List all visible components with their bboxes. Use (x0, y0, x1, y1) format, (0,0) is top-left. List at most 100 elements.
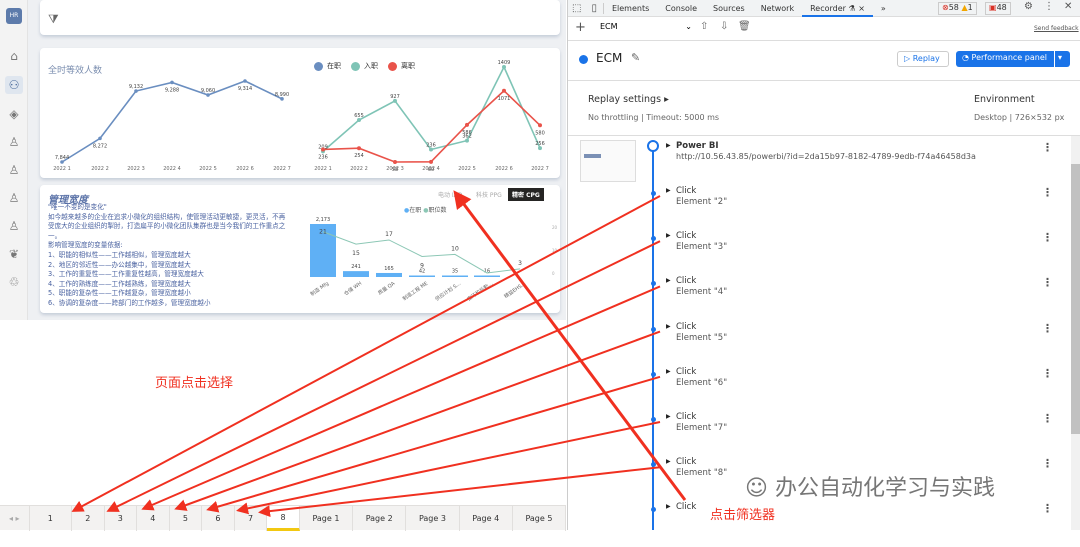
timeline-node (651, 281, 656, 287)
page-tab[interactable]: Page 3 (406, 506, 460, 531)
page-tab[interactable]: 5 (170, 506, 203, 531)
replay-options-dropdown[interactable]: ▾ (1055, 51, 1070, 67)
recording-select[interactable]: ECM ⌄ (600, 22, 692, 31)
right-axis-tick: 20 (552, 225, 558, 230)
x-tick-label: 供应计划 S... (434, 280, 463, 303)
bar (343, 271, 369, 277)
step-navigate[interactable]: ▶ Power BI http://10.56.43.85/powerbi/?i… (568, 141, 1068, 186)
page-tab[interactable]: Page 2 (353, 506, 407, 531)
step-menu-icon[interactable]: ⋮ (1042, 231, 1053, 244)
page-tab[interactable]: Page 1 (300, 506, 354, 531)
fte-data-label: 8,272 (93, 143, 107, 149)
device-toggle-icon[interactable]: ▯ (585, 2, 604, 14)
data-label: 927 (390, 94, 400, 100)
step-menu-icon[interactable]: ⋮ (1042, 276, 1053, 289)
expand-step-icon[interactable]: ▶ (666, 187, 671, 194)
step-click[interactable]: ▶ Click Element "4" ⋮ (568, 276, 1068, 321)
expand-step-icon[interactable]: ▶ (666, 368, 671, 375)
environment-values: Desktop | 726×532 px (974, 113, 1065, 122)
tab-network[interactable]: Network (753, 0, 802, 17)
expand-step-icon[interactable]: ▶ (666, 458, 671, 465)
send-feedback-link[interactable]: Send feedback (1034, 25, 1079, 32)
scrollbar[interactable] (1071, 136, 1080, 530)
wechat-icon: ☺ (745, 476, 775, 501)
step-click[interactable]: ▶ Click ⋮ (568, 502, 1068, 547)
tab-recorder[interactable]: Recorder ⚗ × (802, 0, 873, 17)
export-icon[interactable]: ⇧ (700, 21, 708, 32)
tab-sources[interactable]: Sources (705, 0, 753, 17)
performance-panel-button[interactable]: ◔ Performance panel (956, 51, 1054, 67)
replay-button[interactable]: ▷ Replay (897, 51, 949, 67)
settings-gear-icon[interactable]: ⚙ (1024, 1, 1033, 12)
data-label: 254 (354, 153, 364, 159)
error-warning-counter[interactable]: ⊗58 ▲1 (938, 2, 977, 15)
recording-status-dot (579, 55, 588, 64)
timeline-node (651, 462, 656, 468)
devtools-tabbar: ⬚ ▯ Elements Console Sources Network Rec… (568, 0, 1080, 17)
close-devtools-icon[interactable]: ✕ (1064, 1, 1072, 12)
step-click[interactable]: ▶ Click Element "6" ⋮ (568, 367, 1068, 412)
series-line-0 (322, 65, 541, 152)
page-tab[interactable]: Page 4 (460, 506, 513, 531)
fte-data-label: 8,990 (275, 92, 289, 98)
tab-console[interactable]: Console (657, 0, 705, 17)
page-tab[interactable]: 3 (105, 506, 138, 531)
bar-label: 35 (452, 269, 458, 275)
more-options-icon[interactable]: ⋮ (1044, 1, 1054, 12)
x-tick-label: 制造 Mfg (309, 280, 330, 298)
page-tab[interactable]: 6 (202, 506, 235, 531)
tab-nav-arrows[interactable]: ◂ ▸ (0, 506, 30, 531)
step-menu-icon[interactable]: ⋮ (1042, 186, 1053, 199)
step-click[interactable]: ▶ Click Element "3" ⋮ (568, 231, 1068, 276)
step-menu-icon[interactable]: ⋮ (1042, 412, 1053, 425)
page-tab[interactable]: 1 (30, 506, 72, 531)
bar (409, 275, 435, 277)
more-tabs-icon[interactable]: » (873, 0, 894, 17)
step-menu-icon[interactable]: ⋮ (1042, 502, 1053, 515)
step-click[interactable]: ▶ Click Element "5" ⋮ (568, 322, 1068, 367)
issues-counter[interactable]: ▣48 (985, 2, 1011, 15)
delete-icon[interactable]: 🗑 (738, 21, 751, 32)
expand-step-icon[interactable]: ▶ (666, 277, 671, 284)
x-tick-label: 2022 6 (236, 166, 254, 172)
x-tick-label: 质量 QA (377, 280, 397, 297)
x-tick-label: 2022 2 (91, 166, 109, 172)
inspect-icon[interactable]: ⬚ (568, 3, 585, 14)
charts-layer: 7,844 8,272 9,132 9,288 9,060 9,314 8,990 2022 … (53, 60, 558, 303)
expand-step-icon[interactable]: ▶ (666, 413, 671, 420)
annotation-right: 点击筛选器 (710, 508, 776, 523)
expand-step-icon[interactable]: ▶ (666, 142, 671, 149)
import-icon[interactable]: ⇩ (720, 21, 728, 32)
bar (376, 272, 402, 277)
series-point (321, 147, 325, 152)
data-label: 580 (535, 130, 545, 136)
step-menu-icon[interactable]: ⋮ (1042, 322, 1053, 335)
page-tab[interactable]: 4 (137, 506, 170, 531)
series-point (357, 146, 361, 151)
timeline-node (651, 417, 656, 422)
step-click[interactable]: ▶ Click Element "7" ⋮ (568, 412, 1068, 457)
tab-elements[interactable]: Elements (604, 0, 657, 17)
series-point (465, 122, 469, 127)
step-click[interactable]: ▶ Click Element "2" ⋮ (568, 186, 1068, 231)
expand-step-icon[interactable]: ▶ (666, 232, 671, 239)
page-tab[interactable]: Page 5 (513, 506, 567, 531)
page-tab[interactable]: 7 (235, 506, 268, 531)
replay-settings-toggle[interactable]: Replay settings ▸ (588, 94, 669, 105)
x-tick-label: 2022 6 (495, 166, 513, 172)
add-recording-icon[interactable]: + (575, 20, 586, 35)
expand-step-icon[interactable]: ▶ (666, 503, 671, 510)
data-label: 655 (354, 113, 364, 119)
fte-data-label: 9,132 (129, 84, 143, 90)
series-point (429, 159, 433, 164)
page-tab[interactable]: 8 (267, 506, 300, 531)
line-label: 3 (518, 260, 522, 267)
step-menu-icon[interactable]: ⋮ (1042, 141, 1053, 154)
step-menu-icon[interactable]: ⋮ (1042, 367, 1053, 380)
line-label: 15 (352, 250, 360, 257)
expand-step-icon[interactable]: ▶ (666, 323, 671, 330)
step-menu-icon[interactable]: ⋮ (1042, 457, 1053, 470)
edit-title-pencil-icon[interactable]: ✎ (631, 51, 640, 64)
page-tab[interactable]: 2 (72, 506, 105, 531)
series-point (393, 160, 397, 164)
